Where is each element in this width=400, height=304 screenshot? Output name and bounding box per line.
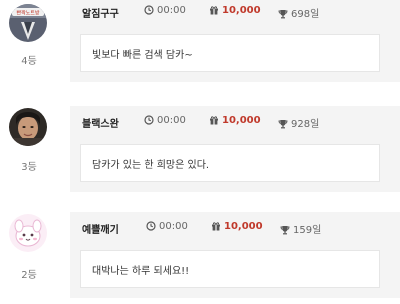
points-value: 10,000 — [222, 5, 261, 16]
message-text: 빛보다 빠른 검색 담카~ — [92, 50, 193, 61]
message-text: 담카가 있는 한 희망은 있다. — [92, 160, 210, 171]
points-value: 10,000 — [222, 115, 261, 126]
days-meta: 159일 — [280, 221, 321, 236]
entry-left-column: 빤짝노트방 4등 — [0, 0, 62, 84]
rank-label: 3등 — [21, 162, 37, 173]
entry-header: 알짐구구 00:00 10,000 698일 — [70, 0, 400, 26]
days-value: 698일 — [291, 9, 320, 20]
avatar[interactable]: 빤짝노트방 — [9, 4, 47, 42]
points-meta: 10,000 — [209, 5, 261, 16]
days-meta: 698일 — [278, 5, 319, 20]
clock-icon — [144, 5, 154, 15]
entry-card: 알짐구구 00:00 10,000 698일 빛보다 빠른 검색 담카~ — [70, 0, 400, 82]
avatar-badge-text: 빤짝노트방 — [16, 10, 39, 17]
nickname[interactable]: 예쁠깨기 — [82, 221, 119, 236]
list-item: 2등 예쁠깨기 00:00 10,000 159일 대박나는 하루 되세요!! — [0, 212, 400, 304]
rank-label: 2등 — [21, 270, 37, 281]
time-value: 00:00 — [157, 5, 186, 16]
time-meta: 00:00 — [144, 5, 186, 16]
trophy-icon — [280, 226, 290, 235]
days-meta: 928일 — [278, 115, 319, 130]
entry-left-column: 2등 — [0, 212, 62, 304]
gift-icon — [210, 116, 218, 125]
points-meta: 10,000 — [211, 221, 263, 232]
attendance-feed: 빤짝노트방 4등 알짐구구 00:00 10,000 698일 빛보다 빠른 검… — [0, 0, 400, 300]
avatar-image — [9, 214, 47, 252]
avatar-image: 빤짝노트방 — [9, 4, 47, 42]
list-item: 3등 블랙스완 00:00 10,000 928일 담카가 있는 한 희망은 있… — [0, 106, 400, 198]
message-bubble: 빛보다 빠른 검색 담카~ — [80, 34, 380, 72]
points-value: 10,000 — [224, 221, 263, 232]
list-item: 빤짝노트방 4등 알짐구구 00:00 10,000 698일 빛보다 빠른 검… — [0, 0, 400, 84]
avatar-image — [9, 108, 47, 146]
gift-icon — [212, 222, 220, 231]
days-value: 928일 — [291, 119, 320, 130]
nickname[interactable]: 알짐구구 — [82, 5, 119, 20]
entry-left-column: 3등 — [0, 106, 62, 198]
trophy-icon — [278, 120, 288, 129]
entry-header: 블랙스완 00:00 10,000 928일 — [70, 106, 400, 136]
nickname[interactable]: 블랙스완 — [82, 115, 119, 130]
time-meta: 00:00 — [144, 115, 186, 126]
entry-card: 블랙스완 00:00 10,000 928일 담카가 있는 한 희망은 있다. — [70, 106, 400, 192]
avatar[interactable] — [9, 108, 47, 146]
gift-icon — [210, 6, 218, 15]
clock-icon — [144, 115, 154, 125]
trophy-icon — [278, 10, 288, 19]
time-value: 00:00 — [159, 221, 188, 232]
clock-icon — [146, 221, 156, 231]
rank-label: 4등 — [21, 56, 37, 67]
entry-header: 예쁠깨기 00:00 10,000 159일 — [70, 212, 400, 242]
message-bubble: 담카가 있는 한 희망은 있다. — [80, 144, 380, 182]
days-value: 159일 — [293, 225, 322, 236]
message-bubble: 대박나는 하루 되세요!! — [80, 250, 380, 288]
avatar[interactable] — [9, 214, 47, 252]
time-meta: 00:00 — [146, 221, 188, 232]
message-text: 대박나는 하루 되세요!! — [92, 266, 190, 277]
points-meta: 10,000 — [209, 115, 261, 126]
time-value: 00:00 — [157, 115, 186, 126]
entry-card: 예쁠깨기 00:00 10,000 159일 대박나는 하루 되세요!! — [70, 212, 400, 298]
